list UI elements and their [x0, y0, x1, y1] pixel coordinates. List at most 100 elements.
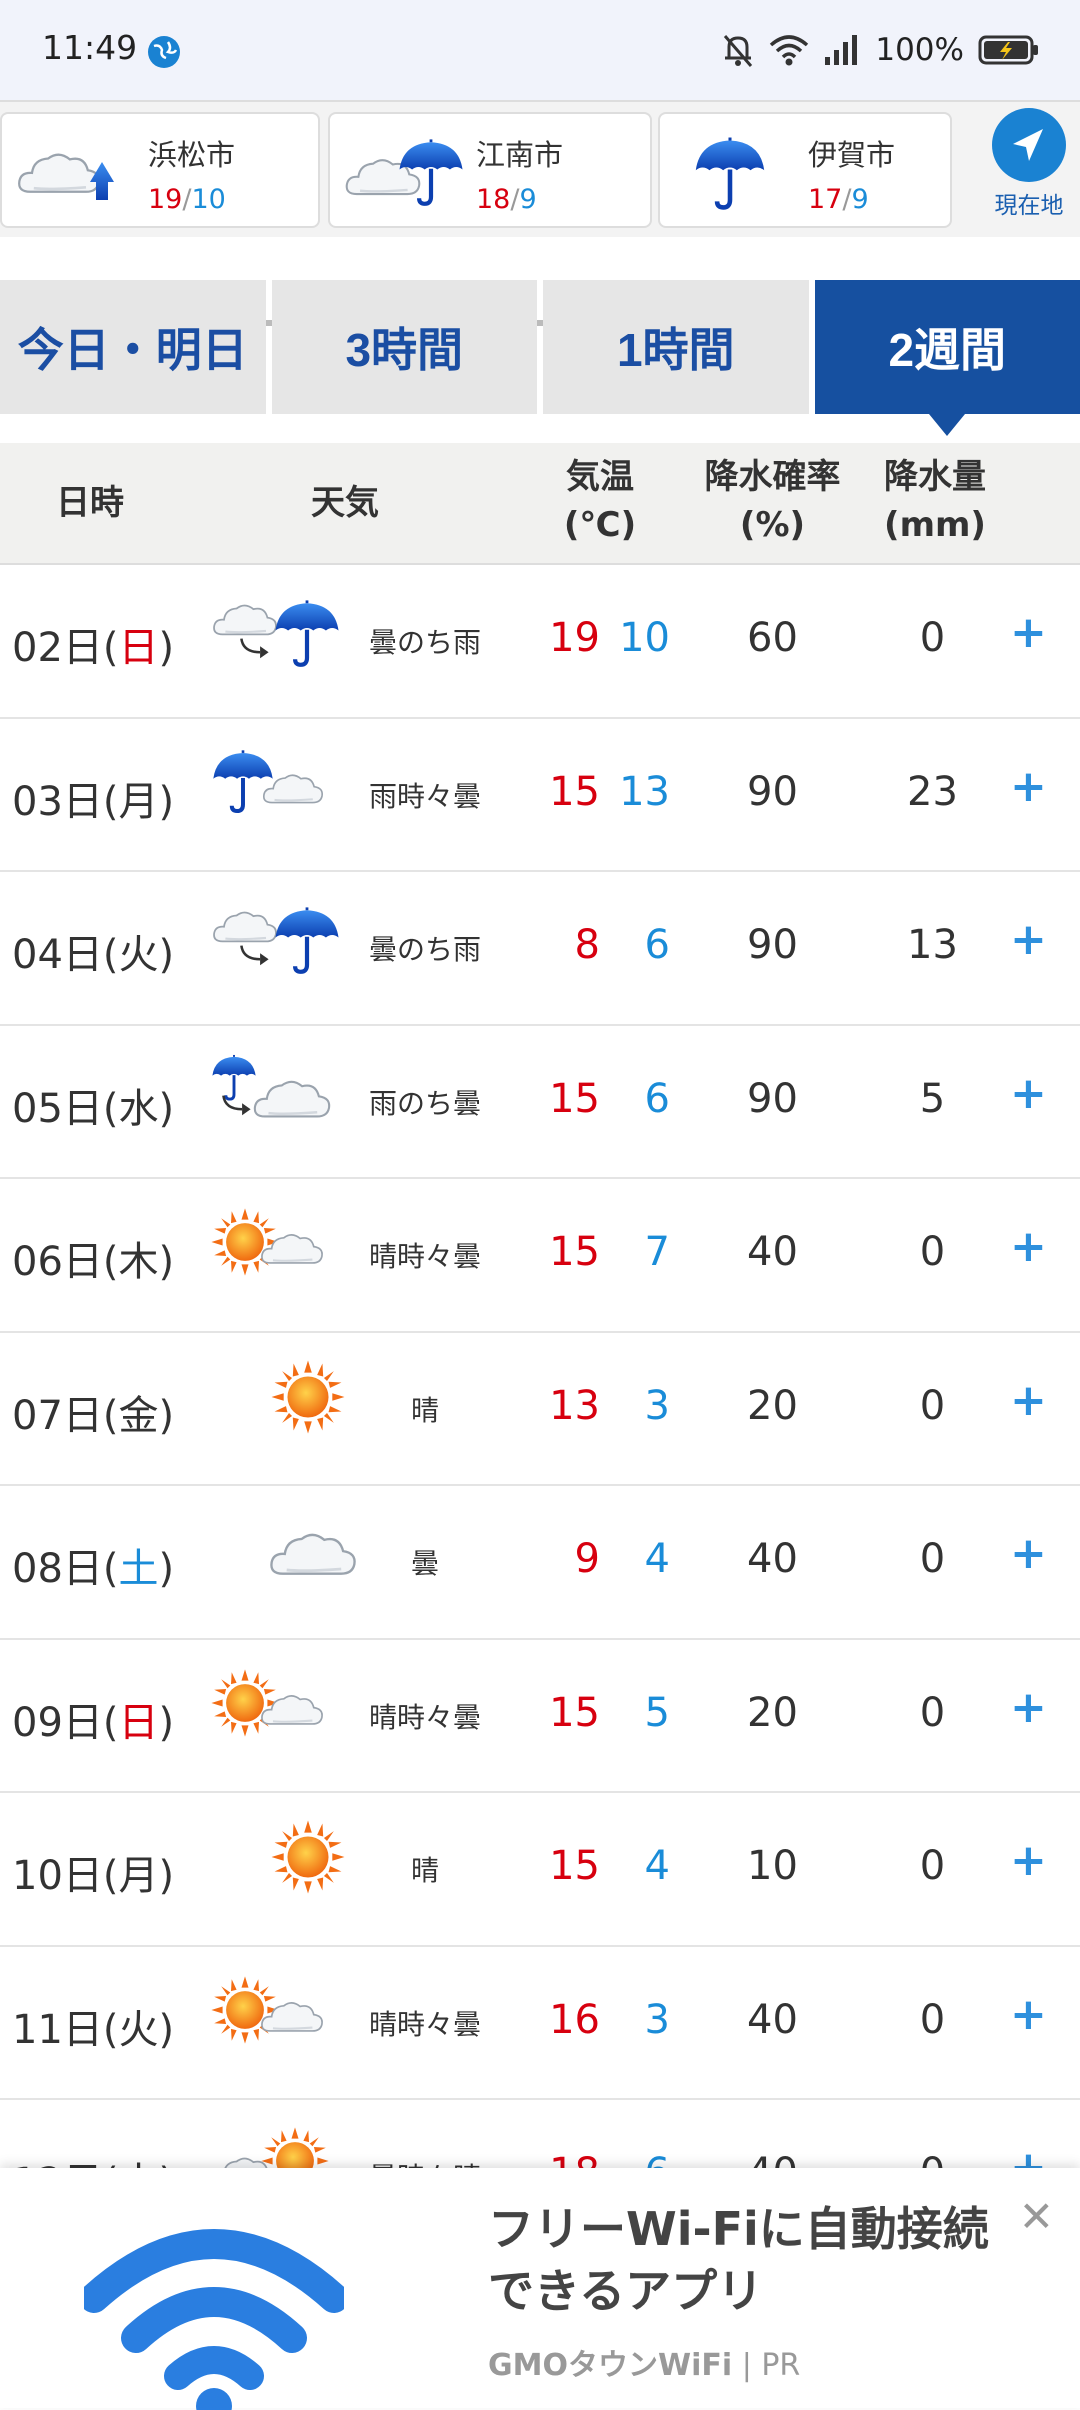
- row-temp-high: 13: [530, 1383, 600, 1429]
- sun-sometimes-cloud-icon: [210, 1973, 360, 2073]
- ad-title[interactable]: フリーWi-Fiに自動接続できるアプリ: [488, 2198, 1008, 2322]
- row-weather-text: 曇のち雨: [355, 621, 495, 661]
- rain-sometimes-cloud-icon: [210, 745, 360, 845]
- row-temp-low: 6: [605, 1076, 670, 1122]
- sun-sometimes-cloud-icon: [210, 1666, 360, 1766]
- expand-plus-icon[interactable]: +: [1010, 1068, 1047, 1119]
- row-temp-low: 4: [605, 1843, 670, 1889]
- expand-plus-icon[interactable]: +: [1010, 1375, 1047, 1426]
- forecast-row[interactable]: 02日(日)曇のち雨1910600+: [0, 565, 1080, 719]
- row-temp-high: 15: [530, 1229, 600, 1275]
- row-weather-text: 雨のち曇: [355, 1082, 495, 1122]
- row-weather-text: 曇: [355, 1542, 495, 1582]
- cloud-umbrella-icon: [340, 134, 470, 214]
- forecast-row[interactable]: 03日(月)雨時々曇15139023+: [0, 719, 1080, 873]
- row-temp-low: 3: [605, 1383, 670, 1429]
- row-precip-amount: 0: [860, 1536, 1005, 1582]
- battery-charging-icon: [978, 34, 1040, 66]
- row-date: 06日(木): [12, 1229, 174, 1287]
- row-precip-amount: 23: [860, 769, 1005, 815]
- sun-sometimes-cloud-icon: [210, 1205, 360, 1305]
- header-weather: 天気: [285, 479, 405, 527]
- header-precip: 降水量(mm): [865, 453, 1005, 549]
- row-precip-prob: 40: [700, 1997, 845, 2043]
- sun-icon: [210, 1819, 360, 1919]
- expand-plus-icon[interactable]: +: [1010, 1835, 1047, 1886]
- tab-1-hour[interactable]: 1時間: [543, 280, 809, 414]
- row-precip-prob: 90: [700, 769, 845, 815]
- forecast-table-header: 日時 天気 気温(℃) 降水確率(%) 降水量(mm): [0, 443, 1080, 565]
- cloud-then-rain-icon: [210, 591, 360, 691]
- city-name: 江南市: [476, 132, 563, 174]
- ad-banner[interactable]: フリーWi-Fiに自動接続できるアプリ GMOタウンWiFi | PR ✕: [0, 2168, 1080, 2408]
- row-temp-low: 6: [605, 922, 670, 968]
- forecast-row[interactable]: 04日(火)曇のち雨869013+: [0, 872, 1080, 1026]
- city-temp: 19/10: [148, 184, 226, 215]
- current-location-button[interactable]: 現在地: [988, 108, 1070, 228]
- row-precip-amount: 13: [860, 922, 1005, 968]
- forecast-row[interactable]: 09日(日)晴時々曇155200+: [0, 1640, 1080, 1794]
- city-strip: 浜松市 19/10 江南市 18/9 伊賀市 17/9 現在地: [0, 100, 1080, 237]
- wifi-icon: [769, 33, 809, 67]
- expand-plus-icon[interactable]: +: [1010, 914, 1047, 965]
- row-temp-high: 15: [530, 769, 600, 815]
- current-location-label: 現在地: [988, 186, 1070, 220]
- expand-plus-icon[interactable]: +: [1010, 761, 1047, 812]
- expand-plus-icon[interactable]: +: [1010, 1682, 1047, 1733]
- row-temp-low: 10: [605, 615, 670, 661]
- city-card-iga[interactable]: 伊賀市 17/9: [658, 112, 952, 228]
- forecast-row[interactable]: 10日(月)晴154100+: [0, 1793, 1080, 1947]
- row-date: 09日(日): [12, 1690, 174, 1748]
- row-temp-high: 16: [530, 1997, 600, 2043]
- tab-3-hours[interactable]: 3時間: [272, 280, 538, 414]
- wifi-app-icon: [84, 2220, 344, 2410]
- row-date: 08日(土): [12, 1536, 174, 1594]
- cloud-then-rain-icon: [210, 898, 360, 998]
- row-precip-prob: 90: [700, 1076, 845, 1122]
- sun-icon: [210, 1359, 360, 1459]
- battery-percent: 100%: [875, 32, 964, 68]
- tab-2-weeks[interactable]: 2週間: [815, 280, 1080, 414]
- row-precip-amount: 0: [860, 1690, 1005, 1736]
- row-precip-prob: 40: [700, 1229, 845, 1275]
- expand-plus-icon[interactable]: +: [1010, 1528, 1047, 1579]
- row-date: 11日(火): [12, 1997, 174, 2055]
- row-temp-high: 19: [530, 615, 600, 661]
- rain-then-cloud-icon: [210, 1052, 360, 1152]
- row-weather-text: 晴: [355, 1849, 495, 1889]
- row-temp-high: 15: [530, 1690, 600, 1736]
- row-weather-text: 曇のち雨: [355, 928, 495, 968]
- location-globe-icon: [146, 34, 182, 70]
- ad-close-button[interactable]: ✕: [1019, 2192, 1054, 2241]
- expand-plus-icon[interactable]: +: [1010, 1221, 1047, 1272]
- status-bar: 11:49 100%: [0, 0, 1080, 100]
- row-weather-text: 晴時々曇: [355, 2003, 495, 2043]
- city-card-hamamatsu[interactable]: 浜松市 19/10: [0, 112, 320, 228]
- forecast-row[interactable]: 06日(木)晴時々曇157400+: [0, 1179, 1080, 1333]
- row-precip-prob: 20: [700, 1690, 845, 1736]
- row-precip-prob: 40: [700, 1536, 845, 1582]
- row-precip-prob: 90: [700, 922, 845, 968]
- row-temp-low: 3: [605, 1997, 670, 2043]
- forecast-row[interactable]: 05日(水)雨のち曇156905+: [0, 1026, 1080, 1180]
- forecast-row[interactable]: 11日(火) 晴時々曇 163 40 0+: [0, 1947, 1080, 2101]
- header-pop: 降水確率(%): [690, 453, 855, 549]
- row-date: 03日(月): [12, 769, 174, 827]
- row-date: 04日(火): [12, 922, 174, 980]
- cloud-rain-icon: [12, 134, 142, 214]
- expand-plus-icon[interactable]: +: [1010, 607, 1047, 658]
- expand-plus-icon[interactable]: +: [1010, 1989, 1047, 2040]
- city-name: 伊賀市: [808, 132, 895, 174]
- cloud-icon: [210, 1512, 360, 1612]
- forecast-row[interactable]: 07日(金)晴133200+: [0, 1333, 1080, 1487]
- city-card-konan[interactable]: 江南市 18/9: [328, 112, 652, 228]
- signal-icon: [823, 33, 861, 67]
- row-precip-amount: 0: [860, 615, 1005, 661]
- row-date: 10日(月): [12, 1843, 174, 1901]
- row-precip-amount: 0: [860, 1997, 1005, 2043]
- status-icons: 100%: [721, 28, 1040, 72]
- header-date: 日時: [30, 479, 150, 527]
- tab-today-tomorrow[interactable]: 今日・明日: [0, 280, 266, 414]
- forecast-row[interactable]: 08日(土)曇94400+: [0, 1486, 1080, 1640]
- row-precip-prob: 10: [700, 1843, 845, 1889]
